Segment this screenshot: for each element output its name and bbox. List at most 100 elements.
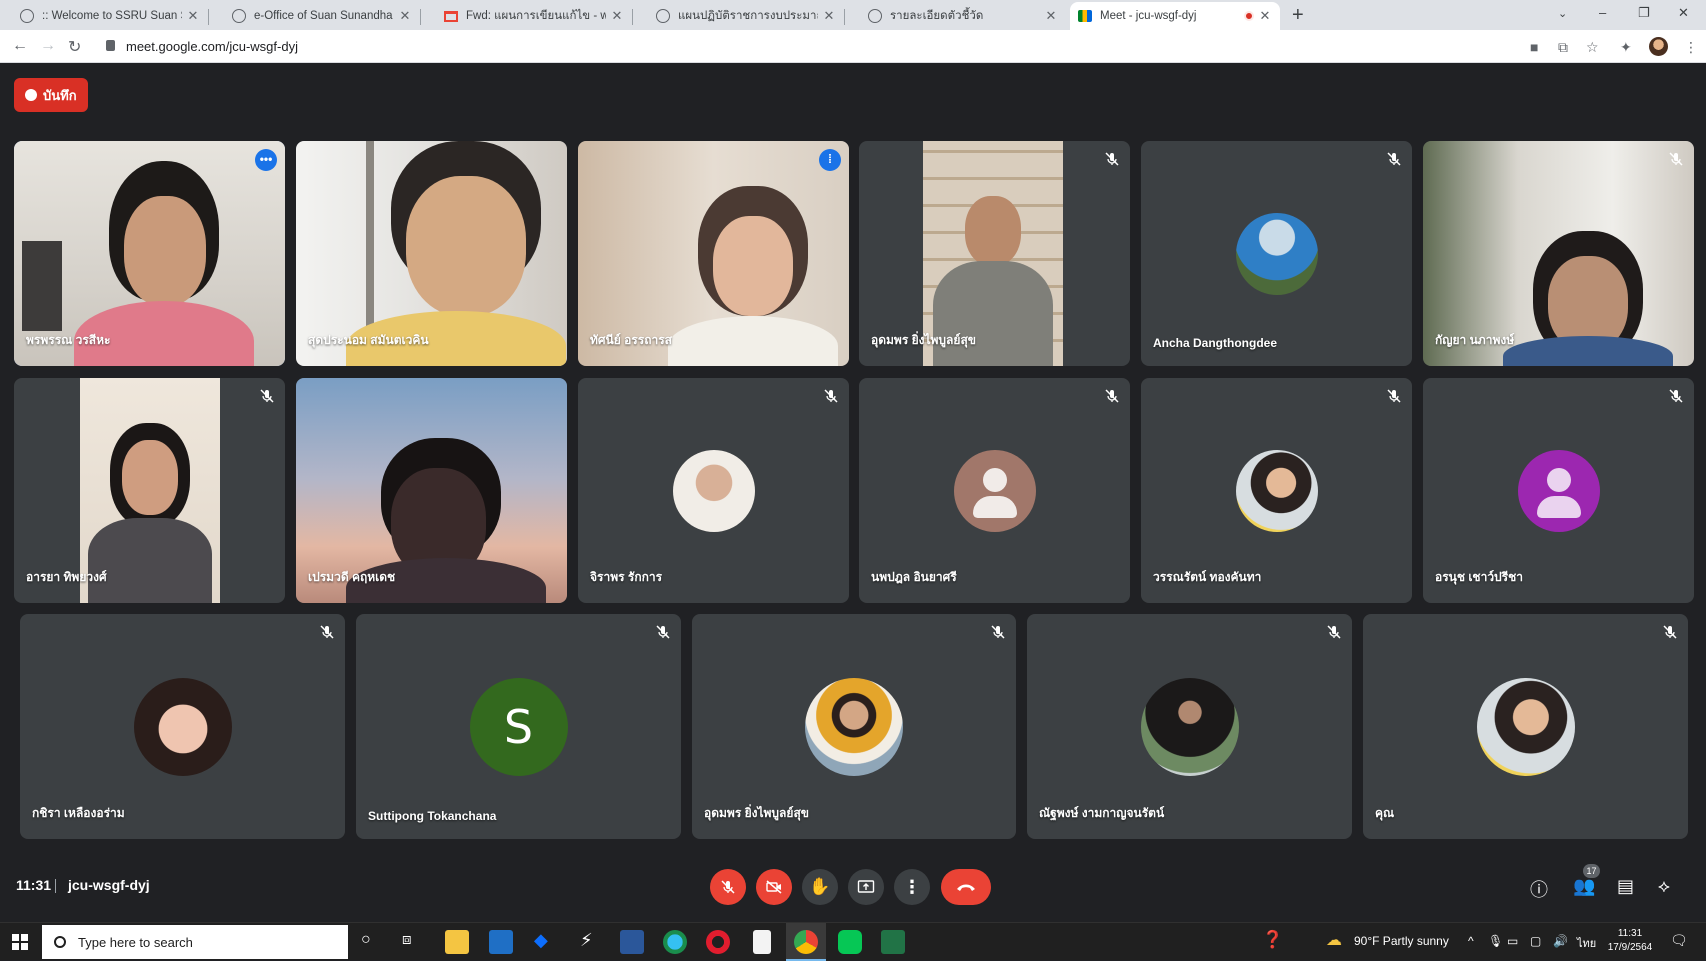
camera-icon[interactable]: ■ (1530, 39, 1538, 55)
tab-separator (420, 9, 421, 25)
close-tab-icon[interactable]: ✕ (1258, 8, 1272, 24)
notepad-icon[interactable] (753, 930, 771, 954)
participant-tile[interactable]: กชิรา เหลืองอร่าม (20, 614, 345, 839)
default-avatar (953, 449, 1036, 532)
more-options-button[interactable]: ⋮ (894, 869, 930, 905)
camera-toggle-button[interactable] (756, 869, 792, 905)
participant-tile[interactable]: อรนุช เชาว์ปรีชา (1423, 378, 1694, 603)
meeting-details-icon[interactable]: ⓘ (1530, 876, 1548, 902)
tab-title: Meet - jcu-wsgf-dyj (1100, 10, 1197, 22)
forward-arrow-icon[interactable]: → (40, 37, 56, 55)
search-placeholder: Type here to search (78, 934, 193, 950)
dropbox-icon[interactable]: ◆ (534, 930, 548, 951)
participant-tile[interactable]: Ancha Dangthongdee (1141, 141, 1412, 366)
browser-tab[interactable]: Fwd: แผนการเขียนแก้ไข - wannarat ✕ (436, 2, 633, 30)
participant-tile[interactable]: เปรมวดี คฤหเดช (296, 378, 567, 603)
participant-name: อุดมพร ยิ่งไพบูลย์สุข (871, 333, 976, 347)
participant-name: นพปฎล อินยาศรี (871, 570, 957, 584)
people-icon[interactable]: 👥 (1573, 876, 1595, 897)
raise-hand-button[interactable]: ✋ (802, 869, 838, 905)
participant-tile[interactable]: อุดมพร ยิ่งไพบูลย์สุข (859, 141, 1130, 366)
participant-name: สุดประนอม สมันตเวคิน (308, 333, 429, 347)
opera-icon[interactable] (706, 930, 730, 954)
participant-name: อุดมพร ยิ่งไพบูลย์สุข (704, 806, 809, 820)
bookmark-star-icon[interactable]: ☆ (1586, 39, 1599, 56)
microphone-tray-icon[interactable]: 🎙 (1488, 934, 1503, 948)
reload-icon[interactable]: ↻ (68, 37, 81, 57)
participant-avatar (133, 677, 232, 776)
microphone-toggle-button[interactable] (710, 869, 746, 905)
participant-tile[interactable]: อุดมพร ยิ่งไพบูลย์สุข (692, 614, 1016, 839)
browser-tab-active[interactable]: Meet - jcu-wsgf-dyj ✕ (1070, 2, 1280, 30)
system-clock[interactable]: 11:31 17/9/2564 (1601, 927, 1659, 955)
participant-tile[interactable]: กัญยา นภาพงษ์ (1423, 141, 1694, 366)
excel-icon[interactable] (881, 930, 905, 954)
browser-tab[interactable]: รายละเอียดตัวชี้วัด ✕ (860, 2, 1066, 30)
activities-icon[interactable]: ⟡ (1658, 876, 1670, 897)
search-icon (54, 936, 66, 948)
show-hidden-icons[interactable]: ^ (1468, 934, 1474, 948)
mail-icon[interactable] (489, 930, 513, 954)
taskbar-search-box[interactable]: Type here to search (42, 925, 348, 959)
browser-tab[interactable]: e-Office of Suan Sunandha Rajab ✕ (224, 2, 421, 30)
url-field[interactable]: meet.google.com/jcu-wsgf-dyj (126, 39, 298, 54)
chat-icon[interactable]: ▤ (1617, 876, 1634, 897)
participant-name: Suttipong Tokanchana (368, 809, 497, 823)
line-icon[interactable] (838, 930, 862, 954)
mic-off-icon (656, 625, 670, 639)
help-icon[interactable]: ❓ (1262, 930, 1283, 950)
browser-tab[interactable]: แผนปฏิบัติราชการงบประมาณ มหาวิท ✕ (648, 2, 845, 30)
weather-icon[interactable]: ☁ (1326, 930, 1342, 950)
participant-tile[interactable]: สุดประนอม สมันตเวคิน (296, 141, 567, 366)
cortana-icon[interactable]: ○ (361, 931, 371, 949)
profile-avatar[interactable] (1649, 37, 1668, 56)
close-tab-icon[interactable]: ✕ (398, 8, 412, 24)
participant-tile[interactable]: วรรณรัตน์ ทองคันทา (1141, 378, 1412, 603)
participant-tile[interactable]: อารยา ทิพยวงศ์ (14, 378, 285, 603)
participant-tile[interactable]: นพปฎล อินยาศรี (859, 378, 1130, 603)
present-screen-button[interactable] (848, 869, 884, 905)
participant-tile[interactable]: คุณ (1363, 614, 1688, 839)
restore-icon[interactable]: ❐ (1638, 5, 1650, 21)
network-icon[interactable]: ▭ (1507, 934, 1518, 948)
browser-tab[interactable]: :: Welcome to SSRU Suan Sunand ✕ (12, 2, 209, 30)
participant-tile[interactable]: S Suttipong Tokanchana (356, 614, 681, 839)
back-arrow-icon[interactable]: ← (12, 37, 28, 55)
close-tab-icon[interactable]: ✕ (822, 8, 836, 24)
participant-name: ณัฐพงษ์ งามกาญจนรัตน์ (1039, 806, 1165, 820)
minimize-icon[interactable]: – (1599, 5, 1606, 20)
extensions-icon[interactable]: ✦ (1620, 39, 1632, 56)
language-indicator[interactable]: ไทย (1577, 934, 1596, 952)
recording-button[interactable]: บันทึก (14, 78, 88, 112)
participant-tile[interactable]: ณัฐพงษ์ งามกาญจนรัตน์ (1027, 614, 1352, 839)
word-icon[interactable] (620, 930, 644, 954)
participant-count-badge: 17 (1583, 864, 1600, 878)
participant-tile[interactable]: ••• พรพรรณ วรสีหะ (14, 141, 285, 366)
tab-search-icon[interactable]: ⌄ (1558, 7, 1567, 20)
close-tab-icon[interactable]: ✕ (186, 8, 200, 24)
leave-call-button[interactable] (941, 869, 991, 905)
task-view-icon[interactable]: ⧈ (402, 931, 412, 948)
hang-up-icon (957, 884, 975, 891)
close-tab-icon[interactable]: ✕ (1044, 8, 1058, 24)
lightning-app-icon[interactable]: ⚡ (580, 930, 593, 951)
chrome-icon[interactable] (794, 930, 818, 954)
notifications-icon[interactable]: 🗨 (1670, 932, 1688, 949)
weather-text[interactable]: 90°F Partly sunny (1354, 934, 1449, 948)
mic-off-icon (320, 625, 334, 639)
participant-tile[interactable]: ⁞ ทัศนีย์ อรรถารส (578, 141, 849, 366)
edge-icon[interactable] (663, 930, 687, 954)
translate-icon[interactable]: ⧉ (1558, 39, 1568, 56)
close-window-icon[interactable]: ✕ (1678, 5, 1689, 21)
browser-menu-icon[interactable]: ⋮ (1684, 39, 1698, 56)
volume-icon[interactable]: 🔊 (1553, 934, 1568, 948)
close-tab-icon[interactable]: ✕ (610, 8, 624, 24)
more-options-icon[interactable]: ••• (255, 149, 277, 171)
tab-title: รายละเอียดตัวชี้วัด (890, 10, 984, 22)
participant-avatar (1140, 677, 1239, 776)
windows-start-icon[interactable] (12, 934, 28, 950)
new-tab-button[interactable]: + (1292, 4, 1304, 27)
participant-tile[interactable]: จิราพร รักการ (578, 378, 849, 603)
display-icon[interactable]: ▢ (1530, 934, 1541, 948)
file-explorer-icon[interactable] (445, 930, 469, 954)
